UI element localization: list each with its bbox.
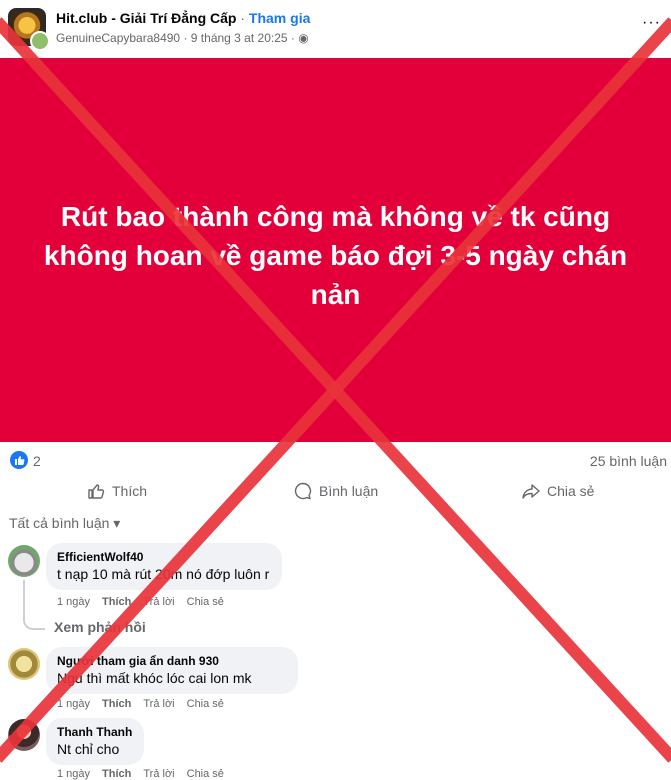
- comment-actions: 1 ngày Thích Trả lời Chia sẻ: [57, 698, 224, 710]
- author-name[interactable]: GenuineCapybara8490: [56, 31, 180, 45]
- commenter-avatar[interactable]: [8, 719, 40, 751]
- join-button[interactable]: Tham gia: [249, 10, 310, 26]
- comment-count[interactable]: 25 bình luận: [590, 453, 667, 469]
- comment-button-label: Bình luận: [319, 483, 379, 499]
- comment-actions: 1 ngày Thích Trả lời Chia sẻ: [57, 596, 224, 608]
- comment-reply-button[interactable]: Trả lời: [143, 596, 174, 608]
- comment-button[interactable]: Bình luận: [293, 481, 378, 501]
- comment-share-button[interactable]: Chia sẻ: [187, 698, 224, 710]
- commenter-name[interactable]: Thanh Thanh: [57, 725, 133, 739]
- globe-icon: ◉: [298, 31, 309, 45]
- more-options-button[interactable]: ···: [642, 14, 661, 32]
- view-replies-link[interactable]: Xem phản hồi: [54, 619, 146, 635]
- commenter-name[interactable]: EfficientWolf40: [57, 550, 271, 564]
- like-button[interactable]: Thích: [86, 481, 147, 501]
- banner-text: Rút bao thành công mà không về tk cũng k…: [43, 201, 628, 310]
- comment-bubble: EfficientWolf40 t nạp 10 mà rút 20m nó đ…: [46, 543, 282, 590]
- comment-time[interactable]: 1 ngày: [57, 768, 90, 780]
- comment-like-button[interactable]: Thích: [102, 768, 131, 780]
- comment-icon: [294, 482, 312, 500]
- post-timestamp[interactable]: 9 tháng 3 at 20:25: [191, 31, 288, 45]
- comment-reply-button[interactable]: Trả lời: [143, 768, 174, 780]
- post-header-title: Hit.club - Giải Trí Đẳng Cấp · Tham gia: [56, 10, 310, 26]
- commenter-avatar[interactable]: [8, 545, 40, 577]
- like-button-label: Thích: [112, 483, 148, 499]
- share-button[interactable]: Chia sẻ: [521, 481, 594, 501]
- separator: ·: [240, 10, 246, 26]
- comment-text: Ngu thì mất khóc lóc cai lon mk: [57, 670, 252, 686]
- share-icon: [522, 484, 540, 499]
- comment-filter-dropdown[interactable]: Tất cả bình luận ▾: [9, 515, 120, 532]
- like-count[interactable]: 2: [33, 453, 41, 469]
- comment-share-button[interactable]: Chia sẻ: [187, 596, 224, 608]
- thumbs-up-icon: [88, 484, 105, 499]
- reply-thread-line: [23, 580, 45, 630]
- author-avatar[interactable]: [30, 31, 50, 51]
- comment-like-button[interactable]: Thích: [102, 698, 131, 710]
- commenter-avatar[interactable]: [8, 648, 40, 680]
- comment-time[interactable]: 1 ngày: [57, 698, 90, 710]
- share-button-label: Chia sẻ: [547, 483, 595, 499]
- comment-like-button[interactable]: Thích: [102, 596, 131, 608]
- comment-reply-button[interactable]: Trả lời: [143, 698, 174, 710]
- comment-share-button[interactable]: Chia sẻ: [187, 768, 224, 780]
- post-meta: GenuineCapybara8490 · 9 tháng 3 at 20:25…: [56, 31, 309, 45]
- comment-text: t nạp 10 mà rút 20m nó đớp luôn r: [57, 566, 270, 582]
- comment-bubble: Thanh Thanh Nt chỉ cho: [46, 718, 144, 765]
- comment-text: Nt chỉ cho: [57, 741, 120, 757]
- like-reaction-icon[interactable]: [10, 451, 28, 469]
- comment-bubble: Người tham gia ẩn danh 930 Ngu thì mất k…: [46, 647, 298, 694]
- comment-actions: 1 ngày Thích Trả lời Chia sẻ: [57, 768, 224, 780]
- comment-time[interactable]: 1 ngày: [57, 596, 90, 608]
- commenter-name[interactable]: Người tham gia ẩn danh 930: [57, 654, 287, 668]
- group-name[interactable]: Hit.club - Giải Trí Đẳng Cấp: [56, 10, 236, 26]
